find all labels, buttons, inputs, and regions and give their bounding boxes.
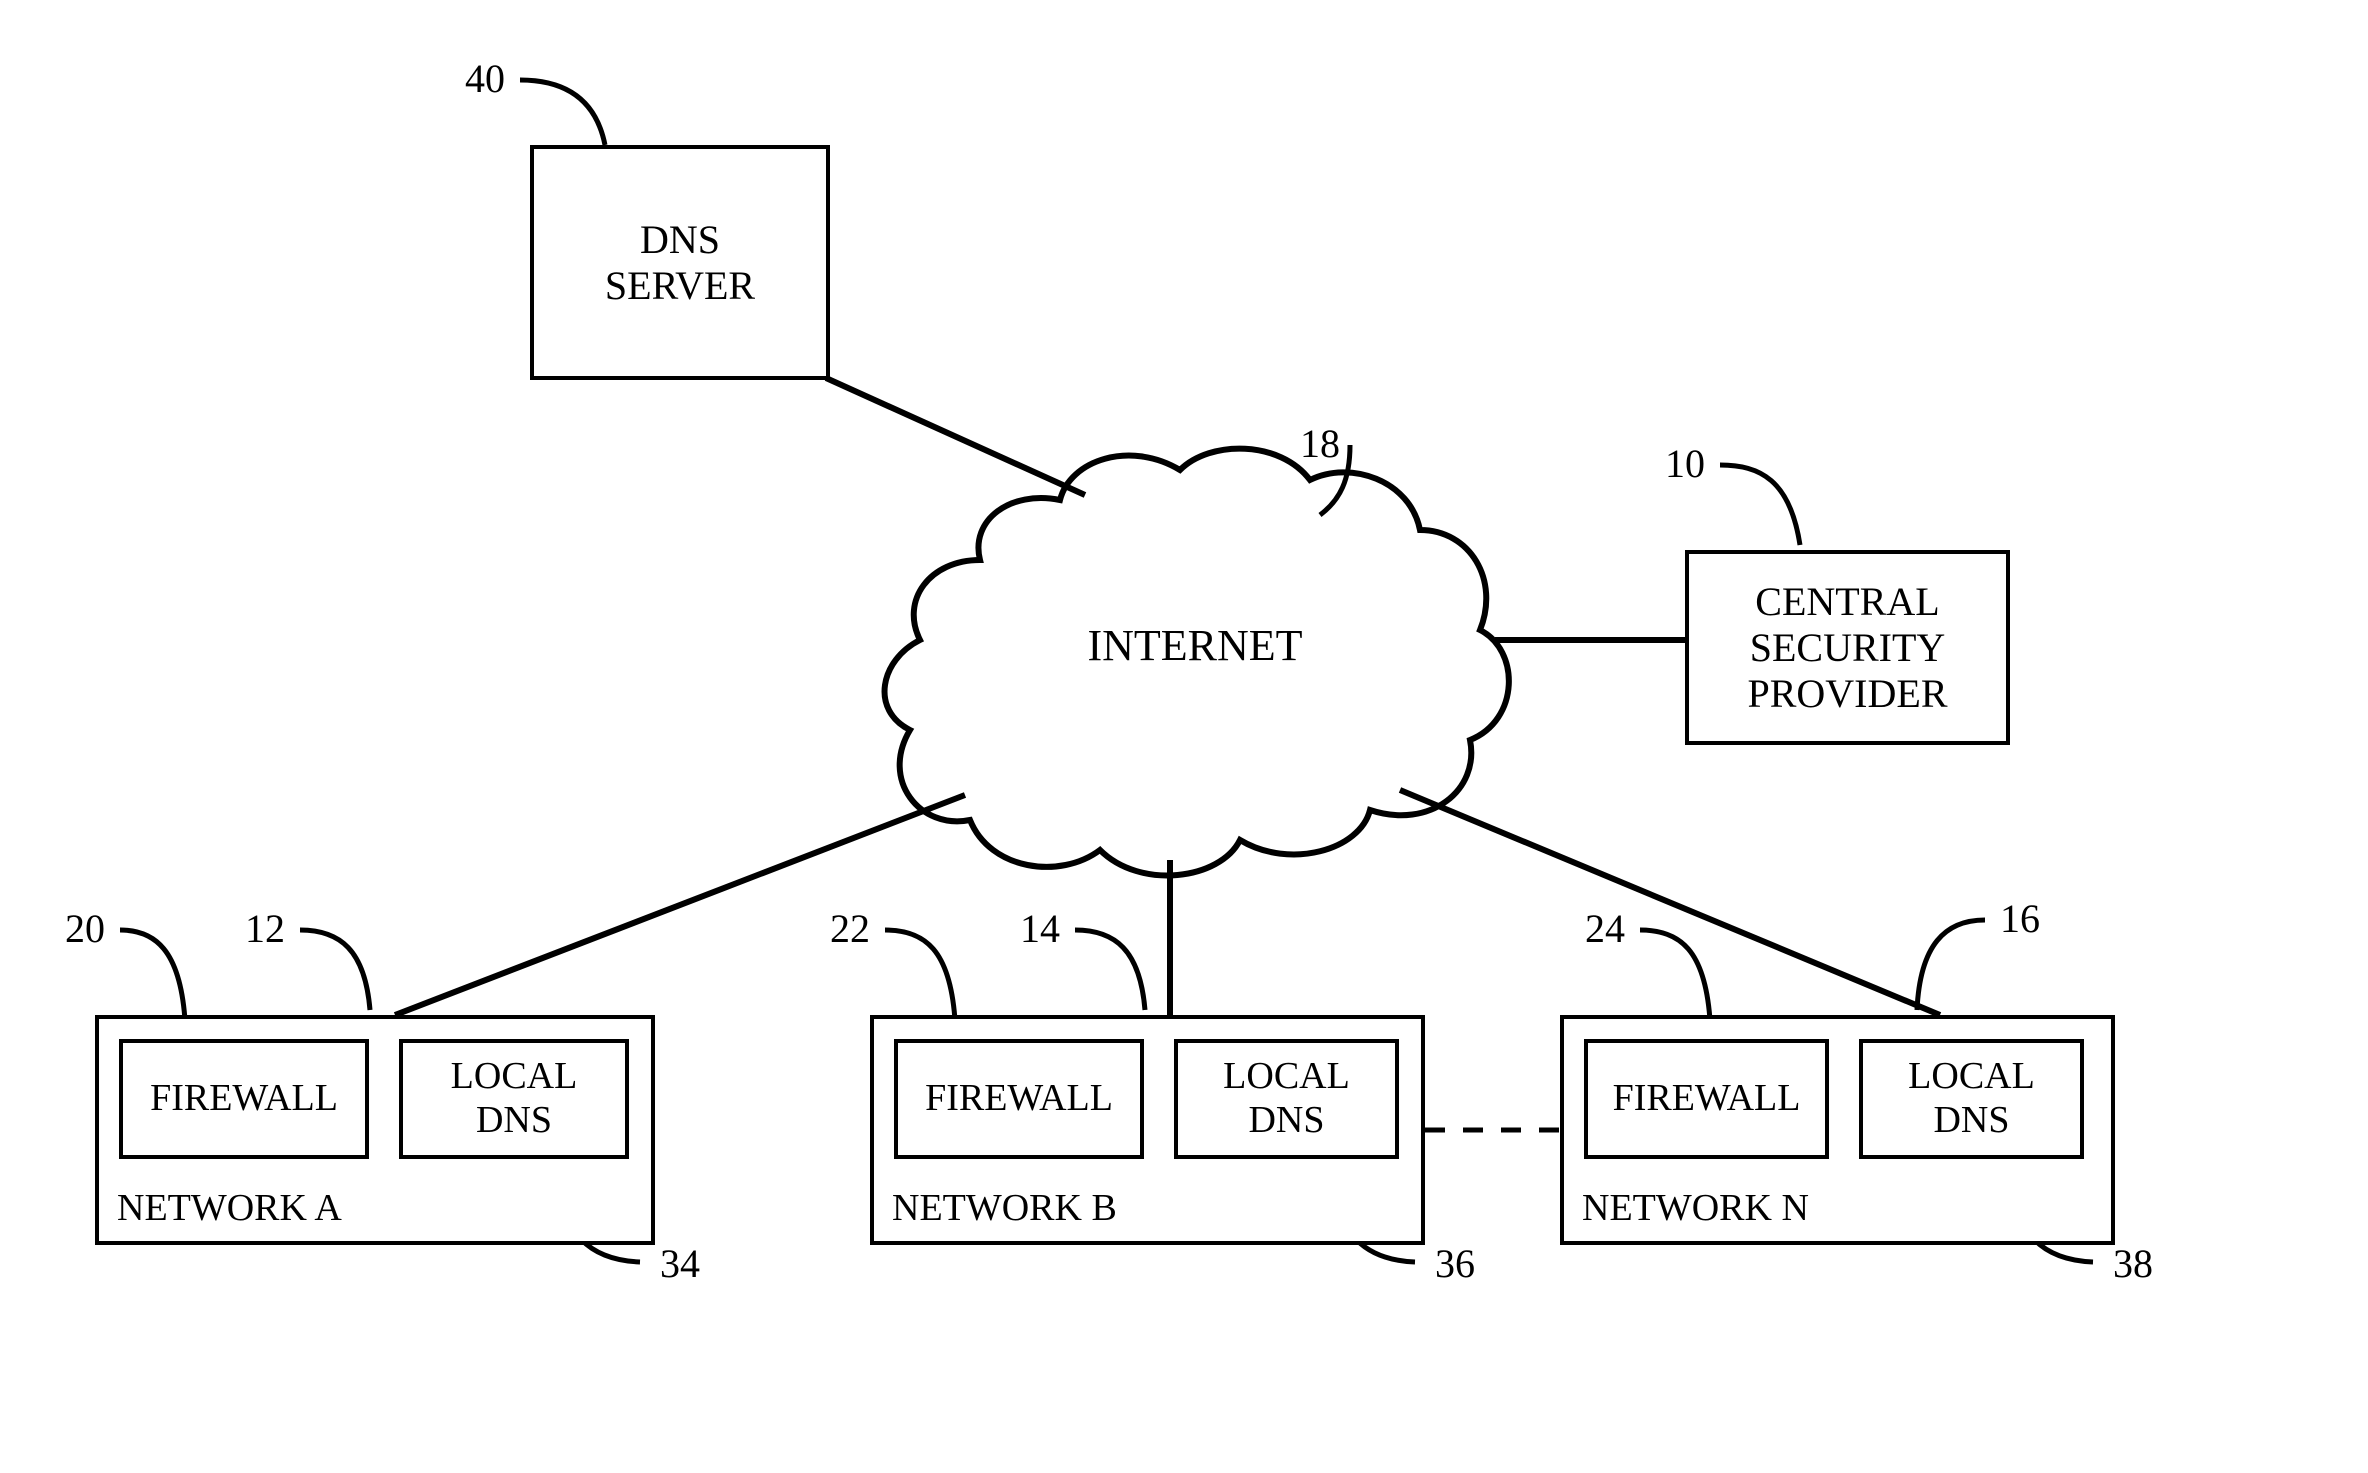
network-a-label: NETWORK A (117, 1187, 342, 1231)
network-a-box: FIREWALL LOCAL DNS NETWORK A (95, 1015, 655, 1245)
lead-12 (300, 930, 370, 1010)
ref-20: 20 (65, 905, 105, 952)
central-security-provider-box: CENTRAL SECURITY PROVIDER (1685, 550, 2010, 745)
line-dns-to-cloud (826, 378, 1085, 495)
lead-24 (1640, 930, 1710, 1020)
ref-34: 34 (660, 1240, 700, 1287)
connections-svg (0, 0, 2368, 1473)
network-n-label: NETWORK N (1582, 1187, 1809, 1231)
network-n-box: FIREWALL LOCAL DNS NETWORK N (1560, 1015, 2115, 1245)
line-cloud-to-net-a (395, 795, 965, 1015)
network-a-firewall-box: FIREWALL (119, 1039, 369, 1159)
lead-16 (1917, 920, 1985, 1010)
network-n-firewall-box: FIREWALL (1584, 1039, 1829, 1159)
line-cloud-to-net-n (1400, 790, 1940, 1015)
network-b-box: FIREWALL LOCAL DNS NETWORK B (870, 1015, 1425, 1245)
ref-22: 22 (830, 905, 870, 952)
lead-14 (1075, 930, 1145, 1010)
lead-40 (520, 80, 605, 145)
ref-16: 16 (2000, 895, 2040, 942)
diagram-stage: INTERNET DNS SERVER CENTRAL SECURITY PRO… (0, 0, 2368, 1473)
ref-12: 12 (245, 905, 285, 952)
network-a-localdns-box: LOCAL DNS (399, 1039, 629, 1159)
internet-cloud-label: INTERNET (1080, 620, 1310, 671)
lead-22 (885, 930, 955, 1020)
ref-14: 14 (1020, 905, 1060, 952)
ref-38: 38 (2113, 1240, 2153, 1287)
lead-20 (120, 930, 185, 1020)
network-n-localdns-box: LOCAL DNS (1859, 1039, 2084, 1159)
ref-18: 18 (1300, 420, 1340, 467)
network-b-firewall-box: FIREWALL (894, 1039, 1144, 1159)
ref-36: 36 (1435, 1240, 1475, 1287)
lead-10 (1720, 465, 1800, 545)
dns-server-box: DNS SERVER (530, 145, 830, 380)
ref-24: 24 (1585, 905, 1625, 952)
ref-40: 40 (465, 55, 505, 102)
ref-10: 10 (1665, 440, 1705, 487)
network-b-label: NETWORK B (892, 1187, 1117, 1231)
network-b-localdns-box: LOCAL DNS (1174, 1039, 1399, 1159)
